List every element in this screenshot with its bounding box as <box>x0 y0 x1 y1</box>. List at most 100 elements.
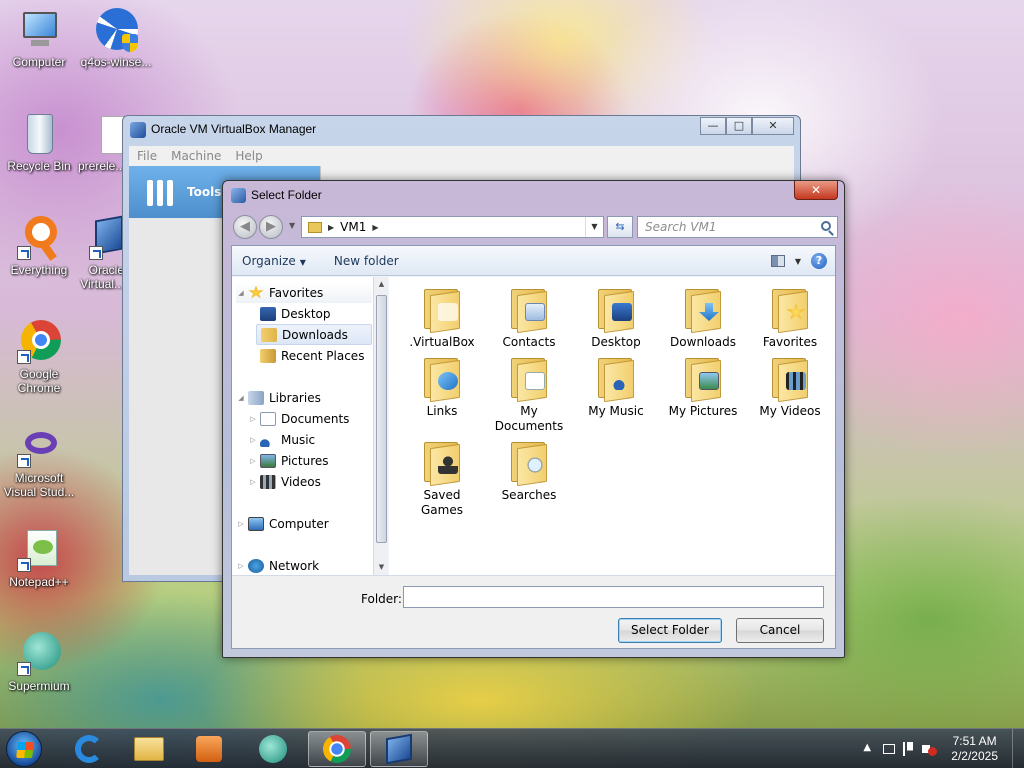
expand-icon[interactable]: ▷ <box>248 415 258 423</box>
dialog-client: Organize ▼ New folder ▼ ? ◢ Favorites Des… <box>231 245 836 649</box>
system-tray: ▲ 7:51 AM 2/2/2025 <box>855 729 1024 768</box>
taskbar-file-explorer[interactable] <box>120 731 178 767</box>
folder-name: My Music <box>588 404 644 418</box>
maximize-button[interactable]: □ <box>726 117 752 135</box>
folder-item-favorites[interactable]: Favorites <box>747 285 833 350</box>
desktop-icon-supermium[interactable]: Supermium <box>1 632 77 693</box>
breadcrumb-separator-icon[interactable]: ▶ <box>372 223 378 232</box>
refresh-button[interactable]: ⇆ <box>607 216 633 238</box>
scroll-up-button[interactable]: ▲ <box>374 277 389 292</box>
folder-item-my-pictures[interactable]: My Pictures <box>660 354 746 419</box>
scroll-down-button[interactable]: ▼ <box>374 560 389 575</box>
breadcrumb-separator-icon[interactable]: ▶ <box>328 223 334 232</box>
desktop-icon-notepadpp[interactable]: Notepad++ <box>1 528 77 589</box>
desktop-icon-computer[interactable]: Computer <box>1 8 77 69</box>
videos-folder-icon <box>770 354 810 403</box>
breadcrumb-vm1[interactable]: VM1 <box>340 220 366 234</box>
nav-libraries[interactable]: ◢ Libraries <box>236 387 372 408</box>
new-folder-button[interactable]: New folder <box>324 254 409 268</box>
desktop-icon-google-chrome[interactable]: Google Chrome <box>1 320 77 395</box>
folder-input[interactable] <box>403 586 824 608</box>
nav-recent-places[interactable]: Recent Places <box>260 345 370 366</box>
close-button[interactable]: ✕ <box>794 181 838 200</box>
desktop-icon-prerelease[interactable]: prerele... <box>78 112 125 173</box>
volume-muted-icon[interactable] <box>921 742 938 756</box>
nav-documents[interactable]: ▷ Documents <box>248 408 372 429</box>
computer-icon <box>248 516 264 531</box>
nav-network[interactable]: ▷ Network <box>236 555 372 575</box>
expand-icon[interactable]: ▷ <box>248 457 258 465</box>
folder-item-desktop[interactable]: Desktop <box>573 285 659 350</box>
address-bar[interactable]: ▶ VM1 ▶ ▼ <box>301 216 604 238</box>
nav-desktop[interactable]: Desktop <box>260 303 370 324</box>
folder-name: .VirtualBox <box>409 335 475 349</box>
taskbar-supermium[interactable] <box>244 731 302 767</box>
clock-time: 7:51 AM <box>952 734 997 748</box>
forward-button[interactable]: ▶ <box>259 215 283 239</box>
taskbar-chrome[interactable] <box>308 731 366 767</box>
nav-computer[interactable]: ▷ Computer <box>236 513 372 534</box>
folder-item-my-documents[interactable]: My Documents <box>486 354 572 434</box>
back-button[interactable]: ◀ <box>233 215 257 239</box>
action-center-flag-icon[interactable] <box>903 742 914 756</box>
minimize-button[interactable]: — <box>700 117 726 135</box>
desktop-icon-q4os[interactable]: q4os-winse... <box>78 8 154 69</box>
folder-item-links[interactable]: Links <box>399 354 485 419</box>
search-input[interactable]: Search VM1 <box>637 216 838 238</box>
collapse-icon[interactable]: ◢ <box>236 289 246 297</box>
navigation-scrollbar[interactable]: ▲ ▼ <box>373 277 388 575</box>
menu-help[interactable]: Help <box>235 149 262 163</box>
expand-icon[interactable]: ▷ <box>236 520 246 528</box>
shortcut-arrow-icon <box>17 558 31 572</box>
expand-icon[interactable]: ▷ <box>236 562 246 570</box>
help-icon[interactable]: ? <box>811 253 827 269</box>
collapse-icon[interactable]: ◢ <box>236 394 246 402</box>
folder-item-my-videos[interactable]: My Videos <box>747 354 833 419</box>
dialog-footer: Folder: Select Folder Cancel <box>232 575 835 648</box>
select-folder-button[interactable]: Select Folder <box>618 618 722 643</box>
folder-item-my-music[interactable]: My Music <box>573 354 659 419</box>
desktop-icon-visual-studio[interactable]: Microsoft Visual Stud... <box>1 424 77 499</box>
taskbar-media-player[interactable] <box>180 731 238 767</box>
folder-item-searches[interactable]: Searches <box>486 438 572 503</box>
nav-favorites[interactable]: ◢ Favorites <box>236 282 372 303</box>
recent-locations-dropdown[interactable]: ▼ <box>289 221 295 230</box>
folder-item-downloads[interactable]: Downloads <box>660 285 746 350</box>
nav-downloads[interactable]: Downloads <box>256 324 372 345</box>
clock[interactable]: 7:51 AM 2/2/2025 <box>951 734 998 764</box>
expand-icon[interactable]: ▷ <box>248 436 258 444</box>
folder-item-saved-games[interactable]: Saved Games <box>399 438 485 518</box>
desktop-icon-recycle-bin[interactable]: Recycle Bin <box>1 112 77 173</box>
folder-item-virtualbox[interactable]: .VirtualBox <box>399 285 485 350</box>
select-folder-dialog[interactable]: Select Folder ✕ ◀ ▶ ▼ ▶ VM1 ▶ ▼ ⇆ Search… <box>222 180 845 658</box>
folder-item-contacts[interactable]: Contacts <box>486 285 572 350</box>
cancel-button[interactable]: Cancel <box>736 618 824 643</box>
nav-pictures[interactable]: ▷ Pictures <box>248 450 372 471</box>
desktop-icon-oracle-virtualbox[interactable]: Oracle Virtual... <box>78 215 124 291</box>
folder-list[interactable]: .VirtualBox Contacts Desktop Downloads F… <box>389 277 835 575</box>
search-icon[interactable] <box>821 221 831 231</box>
change-view-icon[interactable] <box>770 255 785 267</box>
nav-label: Computer <box>269 516 329 531</box>
menu-file[interactable]: File <box>137 149 157 163</box>
address-dropdown[interactable]: ▼ <box>585 217 603 237</box>
nav-videos[interactable]: ▷ Videos <box>248 471 372 492</box>
desktop-icon-everything[interactable]: Everything <box>1 216 77 277</box>
show-hidden-icons-button[interactable]: ▲ <box>859 742 875 756</box>
menu-machine[interactable]: Machine <box>171 149 221 163</box>
folder-name: Favorites <box>762 335 818 349</box>
search-placeholder: Search VM1 <box>645 220 717 234</box>
close-button[interactable]: ✕ <box>752 117 794 135</box>
network-status-icon[interactable] <box>883 744 896 754</box>
nav-music[interactable]: ▷ Music <box>248 429 372 450</box>
expand-icon[interactable]: ▷ <box>248 478 258 486</box>
show-desktop-button[interactable] <box>1012 729 1024 768</box>
organize-button[interactable]: Organize ▼ <box>232 254 316 268</box>
start-button[interactable] <box>6 731 42 767</box>
navigation-pane[interactable]: ◢ Favorites Desktop Downloads Recent Pla… <box>232 277 387 575</box>
taskbar-virtualbox[interactable] <box>370 731 428 767</box>
scroll-thumb[interactable] <box>376 295 387 543</box>
chevron-down-icon[interactable]: ▼ <box>795 257 801 266</box>
virtualbox-app-icon <box>231 188 246 203</box>
taskbar-internet-explorer[interactable] <box>60 731 118 767</box>
